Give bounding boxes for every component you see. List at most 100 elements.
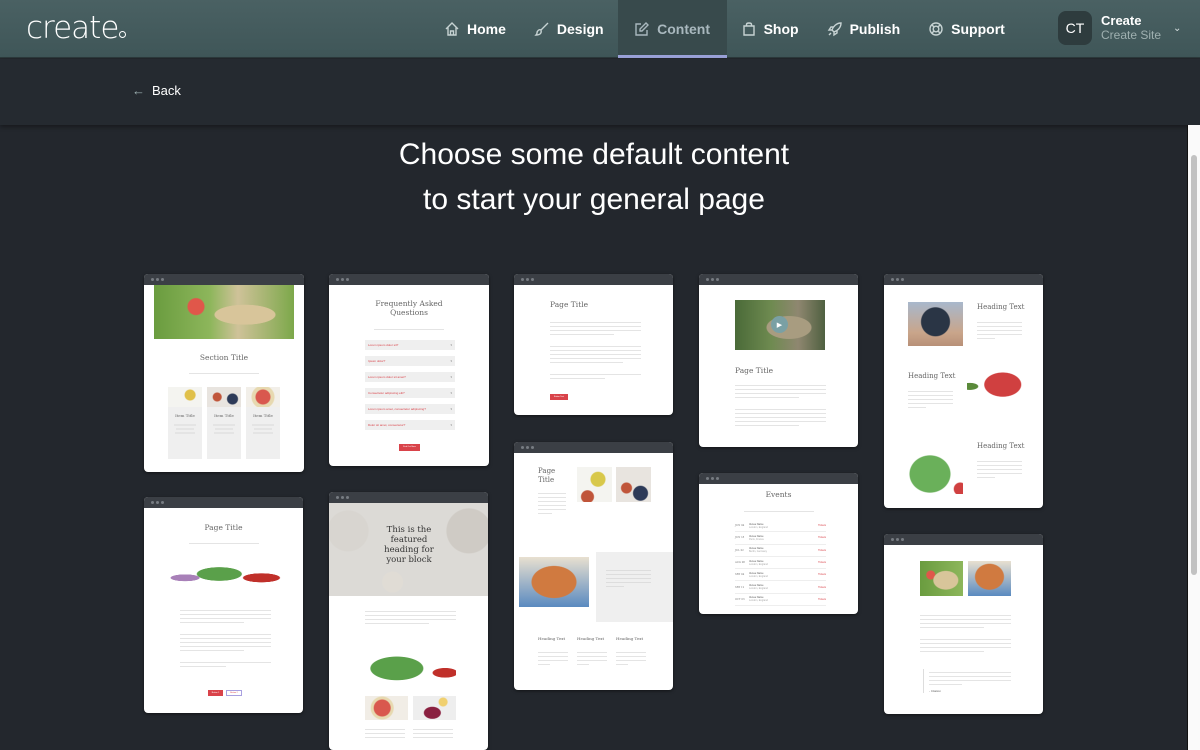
event-tickets-link: Tickets (818, 573, 826, 577)
window-chrome (884, 534, 1043, 545)
event-tickets-link: Tickets (818, 536, 826, 540)
event-city: London, England (749, 525, 768, 529)
event-date: AUG 08 (735, 561, 745, 565)
window-chrome (329, 274, 489, 285)
template-card-image-text[interactable]: Heading Text Heading Text Heading Text (884, 274, 1043, 508)
template-card-images-quote[interactable]: - Citation (884, 534, 1043, 714)
event-row: SEP 12 Venue Name London, England Tickets (735, 581, 826, 594)
template-card-section-items[interactable]: Section Title Item Title Item Title Item… (144, 274, 304, 472)
nav-label: Design (556, 21, 604, 37)
leaves-image (908, 444, 963, 494)
faq-title: Frequently Asked Questions (375, 299, 443, 317)
vegetables-image (168, 555, 282, 593)
template-card-events[interactable]: Events JUN 04 Venue Name London, England Ti… (699, 473, 858, 614)
window-chrome (329, 492, 488, 503)
nav-publish[interactable]: Publish (813, 0, 915, 58)
window-chrome (144, 274, 304, 285)
event-row: OCT 03 Venue Name London, England Tickets (735, 594, 826, 607)
play-icon: ▶ (771, 316, 788, 333)
event-city: Berlin, Germany (749, 550, 768, 554)
back-label: Back (152, 83, 181, 98)
blockquote: - Citation (923, 669, 1011, 693)
nav-label: Support (951, 21, 1005, 37)
faq-item: Lorem ipsum amet, consectetur adipiscing… (365, 404, 455, 414)
create-logo[interactable]: create (26, 10, 127, 46)
section-title: Section Title (199, 353, 249, 362)
template-card-gallery-columns[interactable]: Page Title Heading Text Heading Text Hea… (514, 442, 673, 690)
back-button[interactable]: ← Back (132, 83, 181, 98)
event-date: OCT 03 (735, 597, 745, 601)
faq-item: Lorem ipsum dolor sit amet? ▾ (365, 372, 455, 382)
heading-text: Heading Text (538, 636, 566, 641)
page-title: Page Title (735, 366, 774, 375)
faq-item: Lorem ipsum dolor sit? ▾ (365, 340, 455, 350)
template-card-featured-heading[interactable]: This is the featured heading for your bl… (329, 492, 488, 750)
event-tickets-link: Tickets (818, 524, 826, 528)
nav-label: Publish (849, 21, 901, 37)
edit-icon (635, 22, 650, 36)
heading-text: Heading Text (977, 303, 1025, 311)
page-heading: Choose some default content to start your… (398, 138, 790, 216)
window-chrome (699, 274, 858, 285)
event-date: SEP 12 (735, 585, 745, 589)
nav-label: Shop (763, 21, 799, 37)
top-navigation-bar: create Home Design Content Shop Publish … (0, 0, 1200, 58)
rocket-icon (827, 22, 842, 37)
brush-icon (534, 22, 549, 36)
template-card-page-buttons[interactable]: Page Title Button 1 Button 2 (144, 497, 303, 713)
catering-image (519, 557, 589, 607)
pomegranate-image (967, 372, 1022, 408)
window-chrome (144, 497, 303, 508)
nav-home[interactable]: Home (430, 0, 520, 58)
scrollbar-thumb[interactable] (1191, 155, 1197, 575)
account-site: Create Site (1101, 28, 1162, 42)
window-chrome (514, 442, 673, 453)
nav-content[interactable]: Content (617, 0, 727, 58)
template-card-video-page[interactable]: ▶ Page Title (699, 274, 858, 447)
main-nav: Home Design Content Shop Publish Support (430, 0, 1019, 58)
account-menu[interactable]: CT Create Create Site ⌄ (1058, 11, 1181, 45)
button-1: Button 1 (208, 690, 223, 696)
nav-label: Home (467, 21, 506, 37)
faq-item: Ipsum dolor? ▾ (365, 356, 455, 366)
food-image (577, 467, 612, 502)
page-title: Page Title (204, 523, 243, 532)
template-card-faq[interactable]: Frequently Asked Questions Lorem ipsum d… (329, 274, 489, 466)
template-card-page-text[interactable]: Page Title Button Text (514, 274, 673, 415)
window-chrome (884, 274, 1043, 285)
window-chrome (514, 274, 673, 285)
window-chrome (699, 473, 858, 484)
event-tickets-link: Tickets (818, 597, 826, 601)
event-date: JUN 18 (735, 536, 745, 540)
leaves-image (365, 642, 456, 686)
nav-design[interactable]: Design (520, 0, 618, 58)
scrollbar[interactable] (1187, 125, 1200, 750)
heading-text: Heading Text (908, 372, 956, 380)
item-card: Item Title (246, 387, 280, 459)
event-city: London, England (749, 562, 768, 566)
food-image (616, 467, 651, 502)
account-name: Create (1101, 13, 1142, 28)
nav-label: Content (657, 21, 711, 37)
home-icon (445, 22, 459, 36)
event-city: Paris, France (749, 537, 764, 541)
page-title: Page Title (550, 300, 589, 309)
quote-citation: - Citation (929, 689, 942, 693)
events-title: Events (765, 490, 792, 499)
faq-list: Lorem ipsum dolor sit? ▾ Ipsum dolor? ▾ Lo… (365, 340, 455, 430)
item-card: Item Title (168, 387, 202, 459)
arrow-left-icon: ← (132, 83, 145, 98)
salad-image (154, 285, 294, 339)
sub-toolbar: ← Back (0, 59, 1200, 125)
grapes-image (908, 302, 963, 346)
event-date: SEP 04 (735, 573, 745, 577)
avatar: CT (1058, 11, 1092, 45)
event-date: JUL 02 (735, 548, 744, 552)
button-2: Button 2 (226, 690, 242, 696)
nav-shop[interactable]: Shop (727, 0, 813, 58)
featured-heading: This is the featured heading for your bl… (384, 525, 434, 565)
salad-image (920, 561, 963, 596)
nav-support[interactable]: Support (914, 0, 1019, 58)
event-city: London, England (749, 599, 768, 603)
event-row: AUG 08 Venue Name London, England Tickets (735, 557, 826, 570)
